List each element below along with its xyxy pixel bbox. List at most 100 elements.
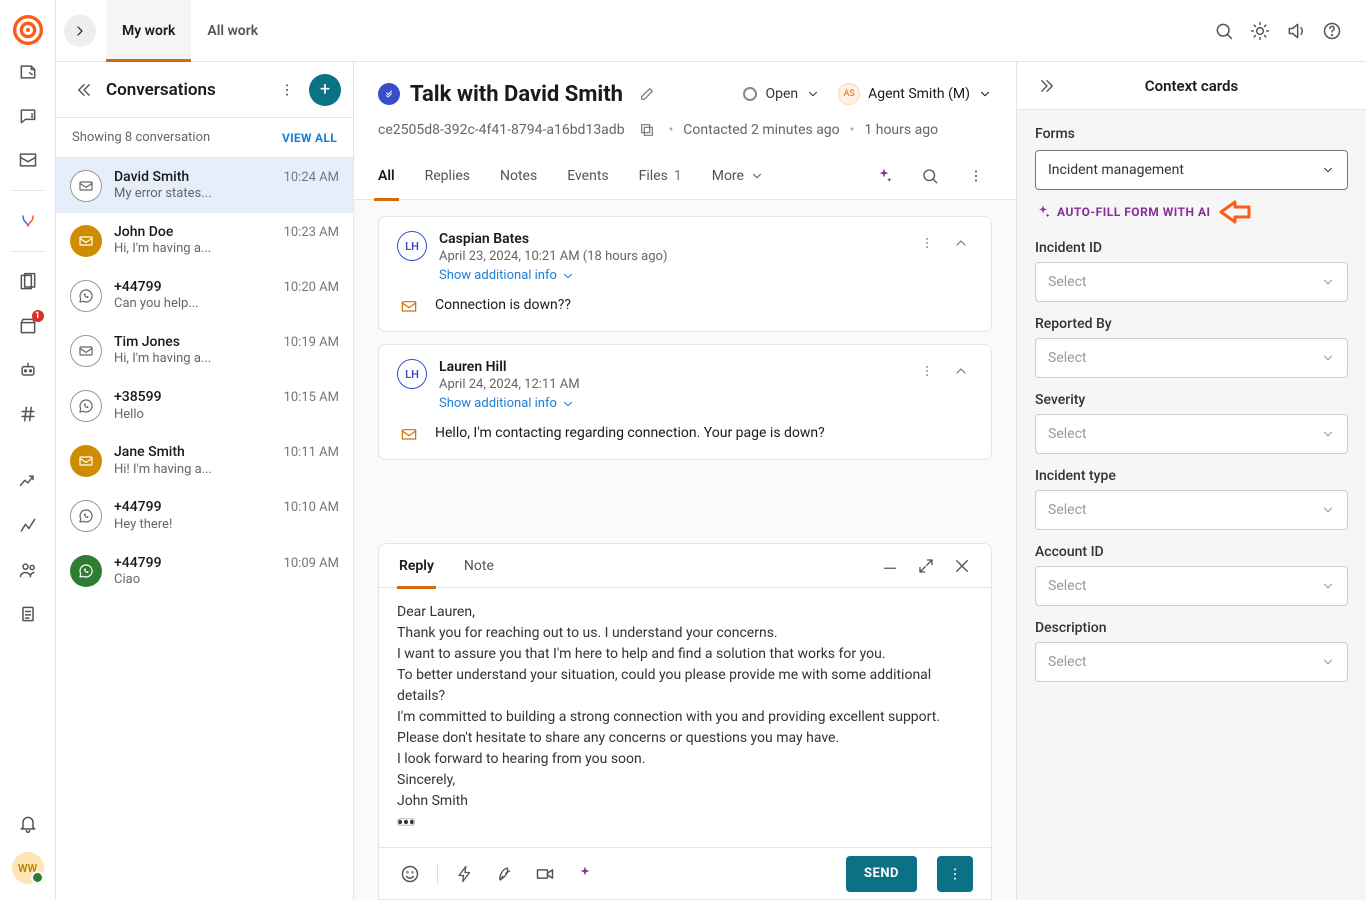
tab-replies[interactable]: Replies: [425, 152, 470, 200]
copy-icon[interactable]: [635, 118, 659, 142]
quick-icon[interactable]: [452, 861, 478, 887]
conversation-preview: Hi! I'm having a...: [114, 462, 272, 479]
rail-chat-icon[interactable]: [8, 96, 48, 136]
thread-more-icon[interactable]: [960, 160, 992, 192]
contacted-time: Contacted 2 minutes ago: [683, 122, 839, 138]
collapse-message-icon[interactable]: [949, 359, 973, 383]
forms-label: Forms: [1035, 126, 1348, 142]
ai-compose-icon[interactable]: [572, 861, 598, 887]
show-additional-link[interactable]: Show additional info: [439, 268, 575, 283]
tab-all-work[interactable]: All work: [191, 0, 274, 62]
conversations-title: Conversations: [106, 80, 265, 100]
rail-hash-icon[interactable]: [8, 394, 48, 434]
tab-notes[interactable]: Notes: [500, 152, 537, 200]
view-all-link[interactable]: VIEW ALL: [282, 131, 337, 145]
tab-files[interactable]: Files1: [639, 152, 682, 200]
video-icon[interactable]: [532, 861, 558, 887]
conversation-preview: My error states...: [114, 186, 272, 203]
rail-docs-icon[interactable]: [8, 262, 48, 302]
conversation-preview: Can you help...: [114, 296, 272, 313]
tab-my-work[interactable]: My work: [106, 0, 191, 62]
sound-icon[interactable]: [1278, 13, 1314, 49]
field-select[interactable]: Select: [1035, 338, 1348, 378]
verified-icon: [378, 83, 400, 105]
add-conversation-button[interactable]: +: [309, 74, 341, 106]
compose-textarea[interactable]: Dear Lauren,Thank you for reaching out t…: [379, 588, 991, 847]
conversation-preview: Hey there!: [114, 517, 272, 534]
search-thread-icon[interactable]: [914, 160, 946, 192]
theme-icon[interactable]: [1242, 13, 1278, 49]
autofill-ai-button[interactable]: AUTO-FILL FORM WITH AI: [1035, 204, 1211, 220]
conversation-item[interactable]: +44799 Ciao 10:09 AM: [56, 544, 353, 599]
conversation-list: David Smith My error states... 10:24 AM …: [56, 158, 353, 900]
rail-doc-icon[interactable]: [8, 594, 48, 634]
field-select[interactable]: Select: [1035, 642, 1348, 682]
agent-select[interactable]: AS Agent Smith (M): [838, 83, 992, 105]
rail-app-icon[interactable]: [8, 201, 48, 241]
conversation-item[interactable]: John Doe Hi, I'm having a... 10:23 AM: [56, 213, 353, 268]
message-more-icon[interactable]: [915, 359, 939, 383]
rail-inbox-icon[interactable]: [8, 52, 48, 92]
show-additional-link[interactable]: Show additional info: [439, 396, 575, 411]
field-select[interactable]: Select: [1035, 262, 1348, 302]
compose-tab-note[interactable]: Note: [462, 544, 496, 588]
conversation-item[interactable]: +38599 Hello 10:15 AM: [56, 378, 353, 433]
form-type-select[interactable]: Incident management: [1035, 150, 1348, 190]
sidebar-toggle[interactable]: [64, 15, 96, 47]
compose-tab-reply[interactable]: Reply: [397, 544, 436, 588]
tab-events[interactable]: Events: [567, 152, 608, 200]
send-button[interactable]: SEND: [846, 856, 917, 892]
conversation-item[interactable]: +44799 Can you help... 10:20 AM: [56, 268, 353, 323]
tab-more[interactable]: More: [712, 152, 764, 200]
rail-send-icon[interactable]: [8, 140, 48, 180]
field-select[interactable]: Select: [1035, 490, 1348, 530]
channel-icon: [70, 390, 102, 422]
conversation-name: +38599: [114, 388, 272, 406]
conversation-time: 10:10 AM: [284, 500, 339, 515]
channel-icon: [70, 445, 102, 477]
context-collapse-icon[interactable]: [1035, 74, 1059, 98]
help-icon[interactable]: [1314, 13, 1350, 49]
ai-sparkle-icon[interactable]: [868, 160, 900, 192]
tab-all[interactable]: All: [378, 152, 395, 200]
conversation-item[interactable]: Jane Smith Hi! I'm having a... 10:11 AM: [56, 433, 353, 488]
conversation-time: 10:19 AM: [284, 335, 339, 350]
rail-bell-icon[interactable]: [8, 804, 48, 844]
send-more-button[interactable]: [937, 856, 973, 892]
user-avatar[interactable]: WW: [12, 852, 44, 884]
close-icon[interactable]: [951, 555, 973, 577]
message-time: April 24, 2024, 12:11 AM: [439, 377, 903, 392]
conversation-title: Talk with David Smith: [410, 82, 623, 107]
minimize-icon[interactable]: [879, 555, 901, 577]
rail-bot-icon[interactable]: [8, 350, 48, 390]
channel-icon: [70, 500, 102, 532]
conversation-time: 10:15 AM: [284, 390, 339, 405]
status-select[interactable]: Open: [743, 86, 820, 102]
sender-name: Caspian Bates: [439, 231, 903, 247]
collapse-message-icon[interactable]: [949, 231, 973, 255]
rail-people-icon[interactable]: [8, 550, 48, 590]
nav-rail: 1 WW: [0, 0, 56, 900]
conversation-item[interactable]: +44799 Hey there! 10:10 AM: [56, 488, 353, 543]
rail-trend-icon[interactable]: [8, 462, 48, 502]
field-select[interactable]: Select: [1035, 566, 1348, 606]
field-select[interactable]: Select: [1035, 414, 1348, 454]
conversation-time: 10:09 AM: [284, 556, 339, 571]
rail-analytics-icon[interactable]: [8, 506, 48, 546]
expand-icon[interactable]: [915, 555, 937, 577]
conversation-item[interactable]: Tim Jones Hi, I'm having a... 10:19 AM: [56, 323, 353, 378]
conversation-name: +44799: [114, 278, 272, 296]
search-icon[interactable]: [1206, 13, 1242, 49]
conversation-detail: Talk with David Smith Open AS Agent Smit…: [354, 62, 1016, 900]
rail-archive-icon[interactable]: 1: [8, 306, 48, 346]
back-icon[interactable]: [72, 78, 96, 102]
channel-icon: [70, 280, 102, 312]
more-icon[interactable]: [275, 78, 299, 102]
conversation-item[interactable]: David Smith My error states... 10:24 AM: [56, 158, 353, 213]
rocket-icon[interactable]: [492, 861, 518, 887]
emoji-icon[interactable]: [397, 861, 423, 887]
edit-title-button[interactable]: [633, 80, 661, 108]
field-label: Severity: [1035, 392, 1348, 408]
field-label: Description: [1035, 620, 1348, 636]
message-more-icon[interactable]: [915, 231, 939, 255]
